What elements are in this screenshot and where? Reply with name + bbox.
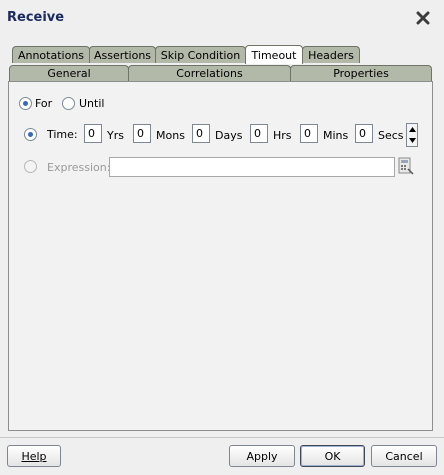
time-label: Time:: [47, 128, 78, 141]
expression-label: Expression:: [47, 161, 111, 174]
days-input[interactable]: 0: [192, 124, 210, 143]
minutes-input[interactable]: 0: [300, 124, 318, 143]
months-input[interactable]: 0: [133, 124, 151, 143]
apply-button[interactable]: Apply: [229, 445, 295, 467]
seconds-unit: Secs: [378, 129, 404, 142]
hours-unit: Hrs: [273, 129, 292, 142]
triangle-up-icon: [408, 127, 416, 132]
tab-general[interactable]: General: [9, 65, 129, 81]
tab-headers[interactable]: Headers: [302, 46, 360, 63]
title-bar: Receive: [0, 0, 444, 36]
years-unit: Yrs: [107, 129, 124, 142]
months-unit: Mons: [156, 129, 185, 142]
tab-correlations[interactable]: Correlations: [128, 65, 291, 81]
hours-input[interactable]: 0: [250, 124, 268, 143]
close-button[interactable]: [414, 9, 432, 27]
cancel-button[interactable]: Cancel: [371, 445, 437, 467]
ok-button-label: OK: [324, 449, 341, 463]
cancel-button-label: Cancel: [385, 449, 423, 463]
for-radio[interactable]: [19, 97, 32, 110]
tab-properties[interactable]: Properties: [290, 65, 432, 81]
tab-skip-condition[interactable]: Skip Condition: [155, 46, 246, 63]
for-label: For: [35, 97, 53, 110]
dialog-title: Receive: [7, 10, 65, 25]
expression-radio[interactable]: [24, 160, 37, 173]
tab-annotations[interactable]: Annotations: [12, 46, 90, 63]
minutes-unit: Mins: [323, 129, 349, 142]
until-radio[interactable]: [62, 97, 75, 110]
expression-builder-icon: [398, 157, 414, 175]
triangle-down-icon: [408, 138, 416, 143]
days-unit: Days: [215, 129, 243, 142]
seconds-input[interactable]: 0: [355, 124, 373, 143]
help-button-label: Help: [21, 449, 47, 463]
spinner-down-button[interactable]: [407, 135, 417, 146]
expression-builder-button[interactable]: [398, 157, 414, 175]
tab-assertions[interactable]: Assertions: [89, 46, 156, 63]
spinner-up-button[interactable]: [407, 124, 417, 135]
ok-button[interactable]: OK: [300, 445, 365, 467]
expression-input[interactable]: [109, 157, 395, 177]
footer-separator: [0, 437, 444, 438]
apply-button-label: Apply: [246, 449, 278, 463]
tab-timeout[interactable]: Timeout: [245, 45, 303, 64]
time-radio[interactable]: [24, 128, 37, 141]
years-input[interactable]: 0: [84, 124, 102, 143]
close-icon: [416, 11, 430, 25]
until-label: Until: [79, 97, 105, 110]
seconds-spinner[interactable]: [406, 123, 418, 147]
help-button[interactable]: Help: [7, 445, 61, 467]
